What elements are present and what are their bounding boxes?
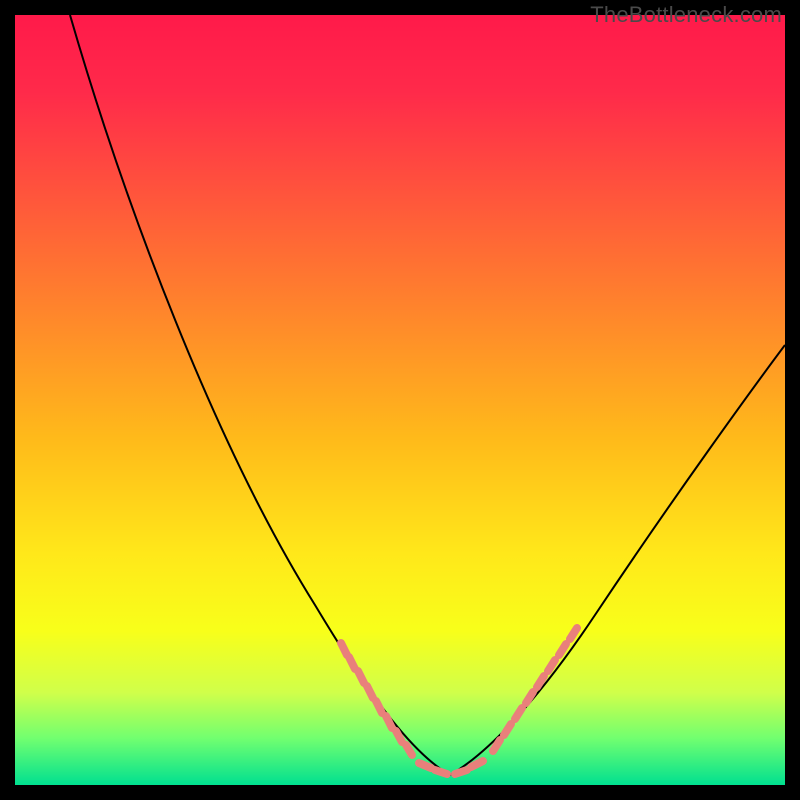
chart-frame: TheBottleneck.com	[0, 0, 800, 800]
curve-path	[70, 15, 785, 775]
right-tick-cluster	[493, 628, 577, 751]
plot-area	[15, 15, 785, 785]
left-tick-cluster	[341, 643, 412, 755]
watermark: TheBottleneck.com	[590, 2, 782, 28]
bottom-tick-cluster	[419, 761, 483, 774]
bottleneck-curve	[15, 15, 785, 785]
